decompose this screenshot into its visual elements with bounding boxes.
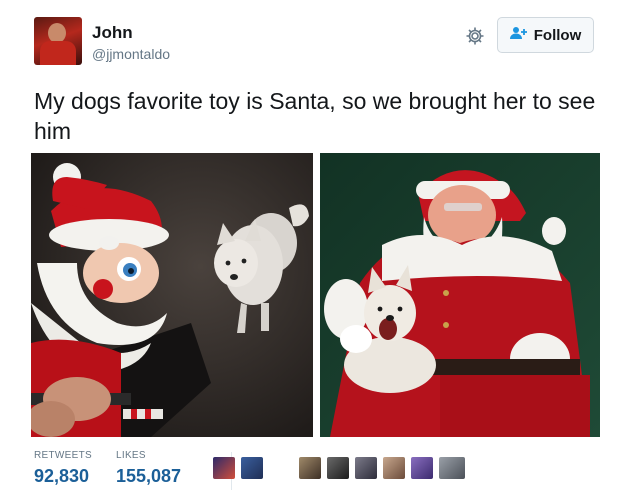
liker-avatar[interactable] (241, 457, 263, 479)
liker-avatar[interactable] (299, 457, 321, 479)
retweets-stat[interactable]: RETWEETS 92,830 (34, 450, 92, 487)
user-handle[interactable]: @jjmontaldo (92, 46, 170, 62)
retweets-label: RETWEETS (34, 450, 92, 461)
tweet-text: My dogs favorite toy is Santa, so we bro… (34, 88, 596, 144)
gear-icon[interactable] (464, 25, 486, 47)
liker-avatar[interactable] (411, 457, 433, 479)
tweet-photo-real-santa[interactable] (320, 153, 600, 437)
tweet-header: John @jjmontaldo Follow (34, 17, 594, 67)
retweets-count: 92,830 (34, 466, 90, 486)
avatar-body (40, 41, 76, 65)
add-user-icon (509, 26, 528, 44)
liker-avatar[interactable] (383, 457, 405, 479)
likes-label: LIKES (116, 450, 146, 461)
avatar-face (48, 23, 66, 43)
liker-avatar[interactable] (213, 457, 235, 479)
liker-avatar[interactable] (439, 457, 465, 479)
tweet-photo-toy-santa[interactable] (31, 153, 313, 437)
likes-stat[interactable]: LIKES 155,087 (116, 450, 181, 487)
user-name[interactable]: John (92, 23, 133, 43)
likes-count: 155,087 (116, 466, 182, 486)
liker-avatar[interactable] (355, 457, 377, 479)
liker-avatar[interactable] (327, 457, 349, 479)
follow-button[interactable]: Follow (497, 17, 594, 53)
avatar[interactable] (34, 17, 82, 65)
follow-label: Follow (533, 26, 582, 44)
